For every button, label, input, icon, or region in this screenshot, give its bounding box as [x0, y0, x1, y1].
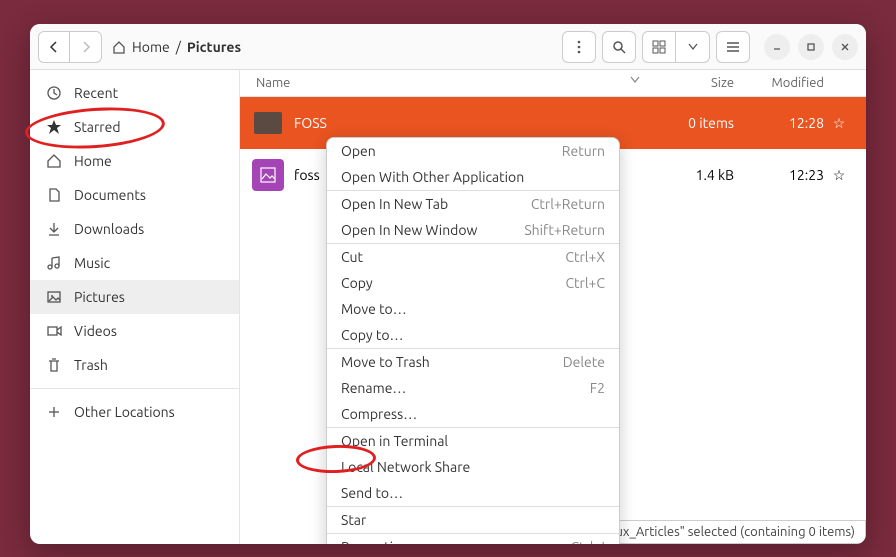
sidebar-item-music[interactable]: Music — [30, 246, 239, 280]
file-size: 0 items — [644, 115, 734, 131]
ctx-cut[interactable]: CutCtrl+X — [327, 244, 619, 270]
sidebar-item-label: Trash — [74, 357, 108, 373]
sidebar-item-label: Music — [74, 255, 110, 271]
ctx-new-window[interactable]: Open In New WindowShift+Return — [327, 217, 619, 243]
videos-icon — [46, 323, 62, 339]
sidebar-item-label: Home — [74, 153, 112, 169]
sidebar-item-downloads[interactable]: Downloads — [30, 212, 239, 246]
sidebar-item-pictures[interactable]: Pictures — [30, 280, 239, 314]
close-button[interactable] — [832, 34, 858, 60]
file-name: FOSS — [294, 115, 644, 131]
trash-icon — [46, 357, 62, 373]
ctx-copy[interactable]: CopyCtrl+C — [327, 270, 619, 296]
sidebar: Recent Starred Home Documents Downloads … — [30, 70, 240, 544]
sidebar-item-label: Downloads — [74, 221, 144, 237]
ctx-copy-to[interactable]: Copy to… — [327, 322, 619, 348]
context-menu: OpenReturn Open With Other Application O… — [326, 137, 620, 544]
breadcrumb[interactable]: Home / Pictures — [112, 39, 241, 55]
pictures-icon — [46, 289, 62, 305]
breadcrumb-current[interactable]: Pictures — [187, 39, 241, 55]
sidebar-item-label: Starred — [74, 119, 121, 135]
ctx-star[interactable]: Star — [327, 507, 619, 533]
search-button[interactable] — [602, 31, 636, 63]
documents-icon — [46, 187, 62, 203]
ctx-send[interactable]: Send to… — [327, 480, 619, 506]
ctx-new-tab[interactable]: Open In New TabCtrl+Return — [327, 191, 619, 217]
sidebar-item-label: Documents — [74, 187, 146, 203]
image-icon — [250, 157, 286, 193]
maximize-button[interactable] — [798, 34, 824, 60]
forward-button[interactable] — [70, 31, 102, 63]
ctx-properties[interactable]: PropertiesCtrl+I — [327, 534, 619, 544]
sidebar-item-label: Videos — [74, 323, 117, 339]
column-headers[interactable]: Name Size Modified — [240, 70, 866, 97]
file-size: 1.4 kB — [644, 167, 734, 183]
star-toggle[interactable]: ☆ — [824, 167, 854, 184]
plus-icon — [46, 404, 62, 420]
sidebar-item-other[interactable]: Other Locations — [30, 395, 239, 429]
home-icon — [46, 153, 62, 169]
sidebar-item-label: Pictures — [74, 289, 125, 305]
star-toggle[interactable]: ☆ — [824, 115, 854, 132]
sidebar-item-recent[interactable]: Recent — [30, 76, 239, 110]
music-icon — [46, 255, 62, 271]
home-icon — [112, 40, 126, 54]
ctx-open[interactable]: OpenReturn — [327, 138, 619, 164]
col-name[interactable]: Name — [256, 76, 630, 90]
titlebar: Home / Pictures — [30, 24, 866, 70]
menu-button[interactable] — [562, 31, 596, 63]
ctx-terminal[interactable]: Open in Terminal — [327, 428, 619, 454]
sidebar-item-videos[interactable]: Videos — [30, 314, 239, 348]
folder-icon — [250, 105, 286, 141]
view-dropdown[interactable] — [676, 31, 710, 63]
file-modified: 12:23 — [734, 167, 824, 183]
hamburger-button[interactable] — [716, 31, 750, 63]
col-size[interactable]: Size — [644, 76, 734, 90]
ctx-trash[interactable]: Move to TrashDelete — [327, 349, 619, 375]
sidebar-item-label: Other Locations — [74, 404, 175, 420]
file-modified: 12:28 — [734, 115, 824, 131]
downloads-icon — [46, 221, 62, 237]
ctx-rename[interactable]: Rename…F2 — [327, 375, 619, 401]
breadcrumb-home[interactable]: Home — [132, 39, 170, 55]
star-icon — [46, 119, 62, 135]
ctx-move-to[interactable]: Move to… — [327, 296, 619, 322]
ctx-compress[interactable]: Compress… — [327, 401, 619, 427]
chevron-down-icon — [630, 76, 644, 90]
sidebar-item-starred[interactable]: Starred — [30, 110, 239, 144]
sidebar-item-label: Recent — [74, 85, 118, 101]
ctx-share[interactable]: Local Network Share — [327, 454, 619, 480]
sidebar-item-trash[interactable]: Trash — [30, 348, 239, 382]
ctx-open-with[interactable]: Open With Other Application — [327, 164, 619, 190]
sidebar-item-home[interactable]: Home — [30, 144, 239, 178]
sidebar-item-documents[interactable]: Documents — [30, 178, 239, 212]
recent-icon — [46, 85, 62, 101]
icon-view-button[interactable] — [642, 31, 676, 63]
back-button[interactable] — [38, 31, 70, 63]
col-modified[interactable]: Modified — [734, 76, 824, 90]
minimize-button[interactable] — [764, 34, 790, 60]
